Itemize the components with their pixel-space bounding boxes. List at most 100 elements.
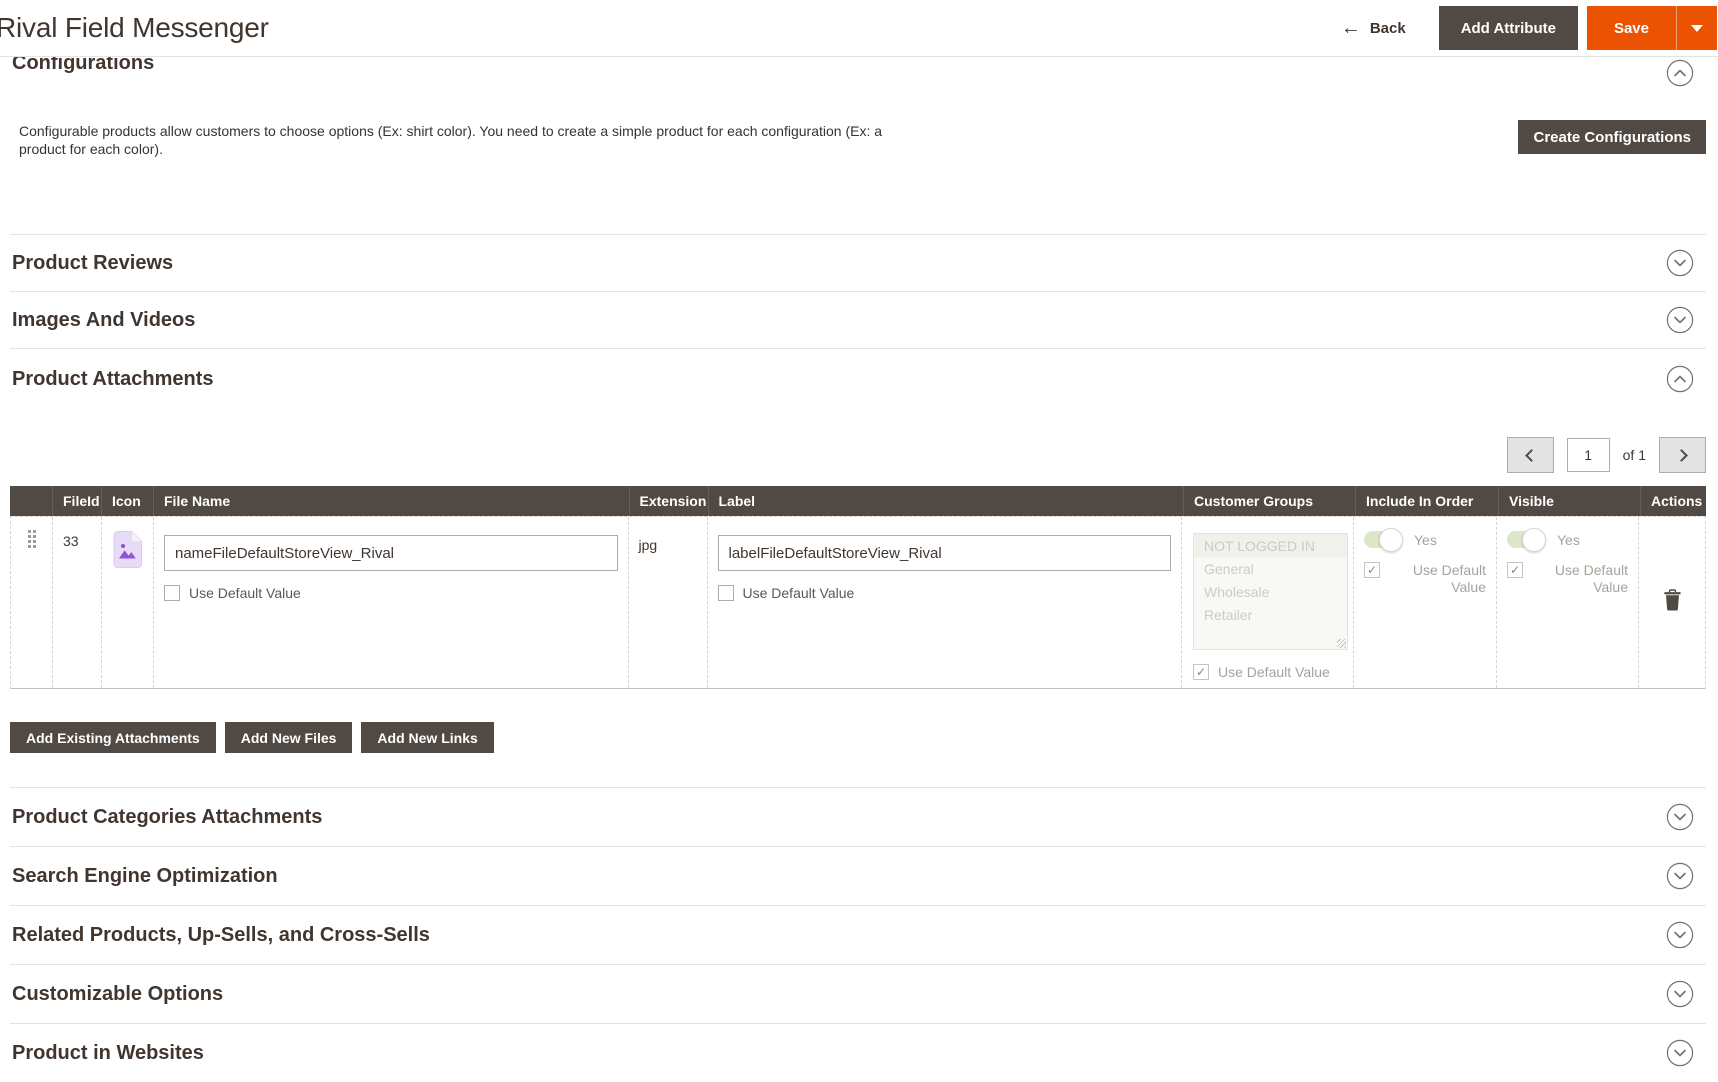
collapse-configurations-button[interactable] — [1666, 59, 1694, 87]
column-header-file-id: FileId — [52, 486, 101, 516]
column-header-include-in-order: Include In Order — [1355, 486, 1498, 516]
visible-cell: Yes Use Default Value — [1497, 517, 1639, 688]
images-and-videos-heading: Images And Videos — [12, 309, 195, 332]
back-button[interactable]: ← Back — [1341, 18, 1406, 38]
drag-cell — [11, 517, 53, 688]
expand-images-and-videos-button[interactable] — [1666, 306, 1694, 334]
product-in-websites-heading: Product in Websites — [12, 1042, 204, 1065]
collapse-product-attachments-button[interactable] — [1666, 365, 1694, 393]
delete-attachment-button[interactable] — [1664, 589, 1681, 611]
chevron-down-circle-icon — [1666, 980, 1694, 1008]
main-content: Configurations Configurable products all… — [0, 57, 1718, 1082]
configurations-heading-clip: Configurations — [10, 57, 1706, 76]
column-header-actions: Actions — [1640, 486, 1706, 516]
chevron-down-circle-icon — [1666, 803, 1694, 831]
expand-customizable-options-button[interactable] — [1666, 980, 1694, 1008]
add-new-links-button[interactable]: Add New Links — [361, 722, 493, 753]
expand-product-reviews-button[interactable] — [1666, 249, 1694, 277]
label-use-default-checkbox[interactable] — [718, 585, 734, 601]
add-new-files-button[interactable]: Add New Files — [225, 722, 353, 753]
file-name-input[interactable] — [164, 535, 618, 571]
customer-group-option: Retailer — [1194, 603, 1347, 626]
customer-group-option: Wholesale — [1194, 580, 1347, 603]
section-row-images-and-videos[interactable]: Images And Videos — [10, 291, 1706, 348]
include-in-order-toggle-row: Yes — [1364, 531, 1486, 548]
customer-groups-use-default: Use Default Value — [1193, 664, 1348, 680]
file-name-cell: Use Default Value — [154, 517, 629, 688]
extension-cell: jpg — [629, 517, 708, 688]
attachments-table-header: FileId Icon File Name Extension Label Cu… — [10, 486, 1706, 516]
file-id-cell: 33 — [53, 517, 102, 688]
next-page-button[interactable] — [1659, 437, 1706, 473]
save-options-button[interactable] — [1676, 6, 1717, 50]
expand-related-products-button[interactable] — [1666, 921, 1694, 949]
page-header: Rival Field Messenger ← Back Add Attribu… — [0, 0, 1718, 57]
related-products-heading: Related Products, Up-Sells, and Cross-Se… — [12, 924, 430, 947]
chevron-down-circle-icon — [1666, 862, 1694, 890]
save-button[interactable]: Save — [1587, 6, 1676, 50]
search-engine-optimization-heading: Search Engine Optimization — [12, 865, 278, 888]
page-number-input[interactable] — [1567, 438, 1610, 472]
section-product-attachments: Product Attachments of 1 FileId I — [10, 348, 1706, 787]
section-row-related-products[interactable]: Related Products, Up-Sells, and Cross-Se… — [10, 905, 1706, 964]
use-default-label: Use Default Value — [189, 585, 301, 601]
actions-cell — [1639, 517, 1705, 688]
caret-down-icon — [1691, 25, 1703, 32]
customer-groups-multiselect: NOT LOGGED IN General Wholesale Retailer — [1193, 533, 1348, 650]
create-configurations-button[interactable]: Create Configurations — [1518, 120, 1706, 154]
section-row-product-in-websites[interactable]: Product in Websites — [10, 1023, 1706, 1082]
label-input[interactable] — [718, 535, 1172, 571]
chevron-up-circle-icon — [1666, 365, 1694, 393]
column-header-label: Label — [708, 486, 1184, 516]
column-header-drag — [10, 486, 52, 516]
include-in-order-toggle — [1364, 531, 1401, 548]
table-row: 33 Use Default Value — [10, 516, 1706, 689]
use-default-label: Use Default Value — [1532, 562, 1628, 596]
attachment-action-buttons: Add Existing Attachments Add New Files A… — [10, 722, 1706, 753]
section-row-product-reviews[interactable]: Product Reviews — [10, 234, 1706, 291]
column-header-extension: Extension — [629, 486, 708, 516]
pagination: of 1 — [10, 437, 1706, 473]
visible-toggle — [1507, 531, 1544, 548]
save-split-button: Save — [1587, 6, 1717, 50]
column-header-customer-groups: Customer Groups — [1183, 486, 1355, 516]
configurations-description: Configurable products allow customers to… — [19, 122, 924, 158]
back-label: Back — [1370, 20, 1406, 37]
customer-group-option: General — [1194, 557, 1347, 580]
configurations-body: Configurable products allow customers to… — [10, 122, 1706, 234]
add-existing-attachments-button[interactable]: Add Existing Attachments — [10, 722, 216, 753]
add-attribute-button[interactable]: Add Attribute — [1439, 6, 1578, 50]
column-header-visible: Visible — [1498, 486, 1640, 516]
chevron-down-circle-icon — [1666, 1039, 1694, 1067]
page-title: Rival Field Messenger — [0, 12, 269, 44]
include-in-order-use-default: Use Default Value — [1364, 562, 1486, 596]
attachments-table: FileId Icon File Name Extension Label Cu… — [10, 486, 1706, 689]
chevron-left-icon — [1525, 449, 1538, 462]
include-in-order-use-default-checkbox[interactable] — [1364, 562, 1380, 578]
product-reviews-heading: Product Reviews — [12, 252, 173, 275]
icon-cell — [102, 517, 154, 688]
section-row-search-engine-optimization[interactable]: Search Engine Optimization — [10, 846, 1706, 905]
chevron-down-circle-icon — [1666, 306, 1694, 334]
section-row-product-categories-attachments[interactable]: Product Categories Attachments — [10, 787, 1706, 846]
previous-page-button[interactable] — [1507, 437, 1554, 473]
use-default-label: Use Default Value — [1389, 562, 1486, 596]
customer-group-option: NOT LOGGED IN — [1194, 534, 1347, 557]
header-actions: ← Back Add Attribute Save — [1341, 6, 1717, 50]
expand-product-in-websites-button[interactable] — [1666, 1039, 1694, 1067]
drag-handle[interactable] — [28, 530, 36, 676]
include-in-order-cell: Yes Use Default Value — [1354, 517, 1497, 688]
column-header-file-name: File Name — [153, 486, 629, 516]
section-row-customizable-options[interactable]: Customizable Options — [10, 964, 1706, 1023]
customer-groups-use-default-checkbox[interactable] — [1193, 664, 1209, 680]
expand-product-categories-attachments-button[interactable] — [1666, 803, 1694, 831]
configurations-heading-row[interactable]: Configurations — [10, 57, 1706, 76]
customizable-options-heading: Customizable Options — [12, 983, 223, 1006]
expand-search-engine-optimization-button[interactable] — [1666, 862, 1694, 890]
file-name-use-default-checkbox[interactable] — [164, 585, 180, 601]
visible-use-default-checkbox[interactable] — [1507, 562, 1523, 578]
product-attachments-heading-row[interactable]: Product Attachments — [10, 349, 1706, 409]
chevron-right-icon — [1675, 449, 1688, 462]
chevron-up-circle-icon — [1666, 59, 1694, 87]
use-default-label: Use Default Value — [743, 585, 855, 601]
